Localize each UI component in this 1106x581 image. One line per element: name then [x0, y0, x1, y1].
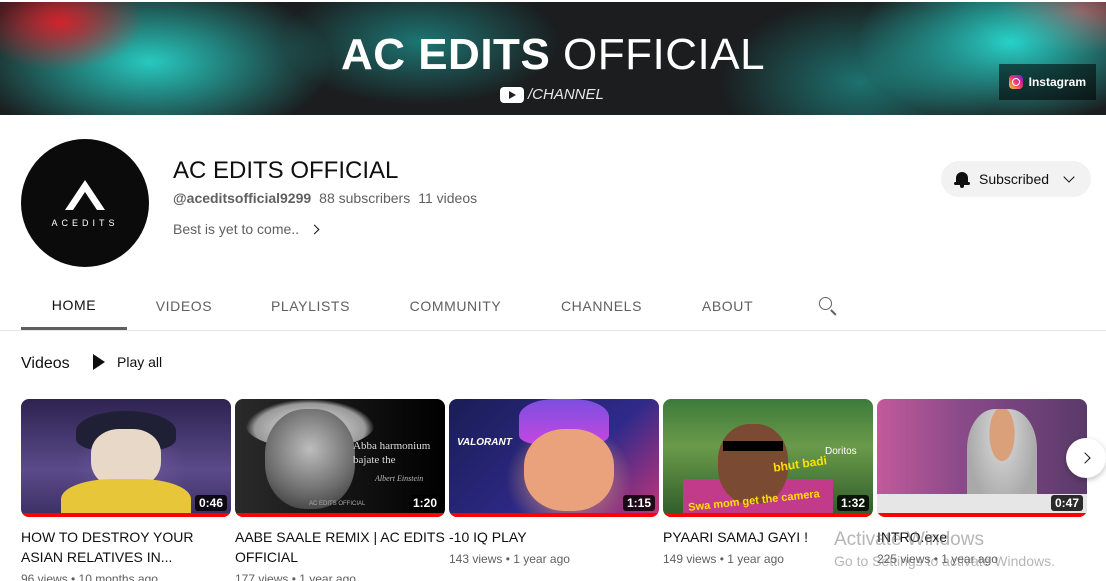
youtube-logo-icon: [500, 86, 524, 103]
instagram-label: Instagram: [1028, 75, 1086, 89]
video-thumbnail[interactable]: 0:47: [877, 399, 1087, 517]
video-title[interactable]: PYAARI SAMAJ GAYI !: [663, 527, 873, 547]
video-thumbnail[interactable]: 0:46: [21, 399, 231, 517]
channel-description[interactable]: Best is yet to come..: [173, 221, 320, 237]
acedits-logo-icon: [65, 180, 105, 210]
channel-tabs: HOME VIDEOS PLAYLISTS COMMUNITY CHANNELS…: [21, 282, 783, 330]
subscriber-count: 88 subscribers: [319, 190, 411, 206]
subscribed-label: Subscribed: [979, 171, 1050, 187]
video-card[interactable]: Abba harmonium bajate the Albert Einstei…: [235, 399, 445, 581]
tabs-divider: [0, 330, 1106, 331]
video-thumbnail[interactable]: Abba harmonium bajate the Albert Einstei…: [235, 399, 445, 517]
watch-progress-bar: [449, 513, 659, 517]
tab-playlists[interactable]: PLAYLISTS: [241, 282, 380, 330]
watch-progress-bar: [21, 513, 231, 517]
video-meta: 149 views • 1 year ago: [663, 552, 784, 566]
video-title[interactable]: -10 IQ PLAY: [449, 527, 659, 547]
instagram-icon: [1008, 75, 1023, 89]
video-thumbnail[interactable]: bhut badi Swa mom get the camera Doritos…: [663, 399, 873, 517]
subscribed-button[interactable]: Subscribed: [941, 161, 1091, 197]
watch-progress-bar: [663, 513, 873, 517]
instagram-link[interactable]: Instagram: [998, 64, 1096, 100]
channel-avatar[interactable]: ACEDITS: [21, 139, 149, 267]
watch-progress-bar: [235, 513, 445, 517]
tab-channels[interactable]: CHANNELS: [531, 282, 672, 330]
video-card[interactable]: 0:46 HOW TO DESTROY YOUR ASIAN RELATIVES…: [21, 399, 231, 581]
channel-search-icon[interactable]: [818, 296, 838, 316]
video-card[interactable]: VALORANT 1:15 -10 IQ PLAY 143 views • 1 …: [449, 399, 659, 566]
chevron-right-icon: [309, 224, 320, 234]
video-duration: 1:32: [836, 495, 869, 511]
thumbnail-signature: Albert Einstein: [375, 474, 424, 483]
video-meta: 225 views • 1 year ago: [877, 552, 998, 566]
channel-handle: @aceditsofficial9299: [173, 190, 312, 206]
play-all-label: Play all: [117, 354, 163, 370]
video-card[interactable]: bhut badi Swa mom get the camera Doritos…: [663, 399, 873, 566]
banner-youtube-channel: /CHANNEL: [500, 86, 604, 103]
video-title[interactable]: AABE SAALE REMIX | AC EDITS OFFICIAL: [235, 527, 445, 567]
banner-channel-label: /CHANNEL: [528, 86, 604, 103]
shelf-next-button[interactable]: [1066, 438, 1106, 478]
thumbnail-brand: Doritos: [825, 446, 857, 457]
channel-name: AC EDITS OFFICIAL: [173, 157, 399, 184]
banner-title-bold: AC EDITS: [340, 30, 551, 79]
play-all-button[interactable]: Play all: [93, 354, 162, 370]
video-meta: 143 views • 1 year ago: [449, 552, 570, 566]
tab-about[interactable]: ABOUT: [672, 282, 783, 330]
avatar-text: ACEDITS: [51, 218, 119, 228]
video-card[interactable]: 0:47 INTRO.exe 225 views • 1 year ago: [877, 399, 1087, 566]
watch-progress-bar: [877, 513, 1087, 517]
tab-videos[interactable]: VIDEOS: [127, 282, 241, 330]
bell-icon: [953, 170, 971, 188]
play-icon: [93, 354, 105, 370]
thumbnail-caption: Abba harmonium bajate the: [353, 440, 431, 466]
banner-title: AC EDITS OFFICIAL: [0, 30, 1106, 80]
tagline-text: Best is yet to come..: [173, 221, 300, 237]
banner-title-light: OFFICIAL: [563, 30, 766, 79]
video-duration: 1:20: [408, 495, 441, 511]
video-duration: 0:47: [1050, 495, 1083, 511]
thumbnail-logo: VALORANT: [457, 437, 512, 448]
video-thumbnail[interactable]: VALORANT 1:15: [449, 399, 659, 517]
section-title: Videos: [21, 355, 70, 372]
tab-home[interactable]: HOME: [21, 282, 127, 330]
video-title[interactable]: INTRO.exe: [877, 527, 1087, 547]
video-title[interactable]: HOW TO DESTROY YOUR ASIAN RELATIVES IN..…: [21, 527, 231, 567]
channel-banner: AC EDITS OFFICIAL /CHANNEL Instagram: [0, 2, 1106, 115]
chevron-right-icon: [1078, 452, 1091, 464]
thumbnail-watermark: AC EDITS OFFICIAL: [309, 501, 366, 507]
channel-meta: @aceditsofficial9299 88 subscribers 11 v…: [173, 190, 477, 206]
video-meta: 96 views • 10 months ago: [21, 572, 158, 581]
tab-community[interactable]: COMMUNITY: [380, 282, 531, 330]
video-duration: 0:46: [194, 495, 227, 511]
video-duration: 1:15: [622, 495, 655, 511]
video-meta: 177 views • 1 year ago: [235, 572, 356, 581]
video-count: 11 videos: [418, 190, 478, 206]
chevron-down-icon: [1063, 171, 1075, 183]
